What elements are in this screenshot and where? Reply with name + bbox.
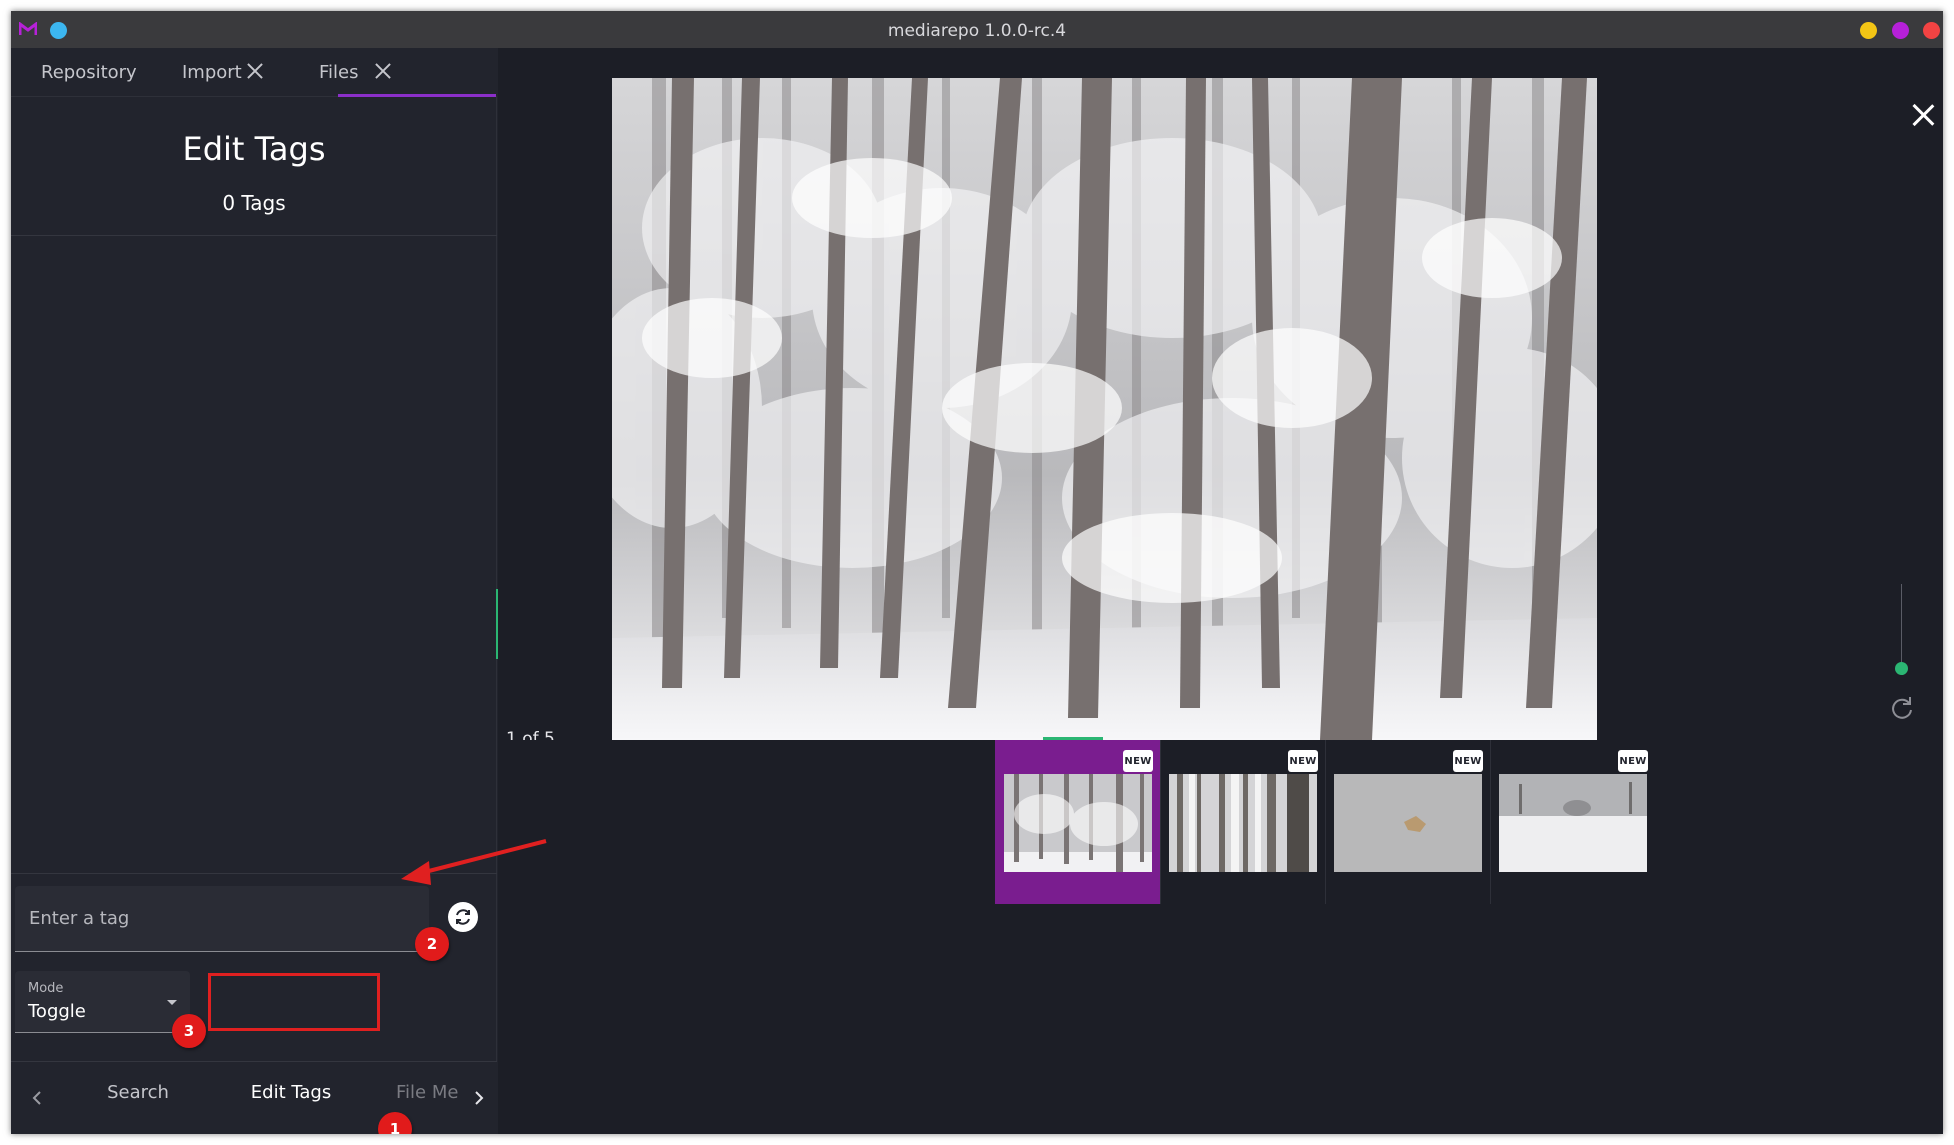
thumbnail-strip: NEW NEW NEW NEW: [498, 740, 1943, 1134]
new-badge: NEW: [1288, 750, 1318, 772]
close-window-button[interactable]: [1923, 22, 1940, 39]
sidebar-tab-file-metadata[interactable]: File Me: [396, 1062, 471, 1122]
divider: [11, 235, 497, 236]
tag-input-field[interactable]: [15, 886, 429, 952]
thumbnail[interactable]: NEW: [1490, 740, 1655, 904]
sidebar-tab-bar: Search Edit Tags File Me: [11, 1061, 497, 1134]
snowy-forest-image: [612, 78, 1597, 740]
new-badge: NEW: [1123, 750, 1153, 772]
annotation-highlight-box: [208, 973, 380, 1031]
mode-value: Toggle: [28, 1001, 86, 1022]
tab-label: Files: [319, 62, 359, 83]
sidebar-heading: Edit Tags: [182, 130, 326, 168]
sidebar-tab-search[interactable]: Search: [63, 1062, 213, 1122]
thumbnail[interactable]: NEW: [995, 740, 1160, 904]
chevron-right-icon[interactable]: [467, 1086, 491, 1110]
window-title: mediarepo 1.0.0-rc.4: [887, 21, 1067, 41]
thumbnail-image: [1004, 774, 1152, 872]
tab-repository[interactable]: Repository: [41, 48, 137, 97]
annotation-badge: 2: [415, 927, 449, 961]
close-tab-import-icon[interactable]: [243, 59, 267, 83]
thumbnail[interactable]: NEW: [1325, 740, 1490, 904]
tab-label: Import: [182, 62, 242, 83]
reset-zoom-icon[interactable]: [1888, 694, 1916, 722]
main-image[interactable]: [612, 78, 1597, 740]
thumbnail-image: [1499, 774, 1647, 872]
new-badge: NEW: [1453, 750, 1483, 772]
tag-count: 0 Tags: [222, 191, 286, 215]
maximize-button[interactable]: [1892, 22, 1909, 39]
chevron-down-icon: [167, 1000, 177, 1005]
annotation-badge: 3: [172, 1014, 206, 1048]
close-tab-files-icon[interactable]: [371, 59, 395, 83]
mode-label: Mode: [28, 981, 64, 996]
tab-label: Repository: [41, 62, 137, 83]
title-bar: mediarepo 1.0.0-rc.4: [11, 11, 1943, 48]
app-window: mediarepo 1.0.0-rc.4 Repository Import F…: [11, 11, 1943, 1134]
sidebar-tab-edit-tags[interactable]: Edit Tags: [211, 1062, 371, 1122]
thumbnail-image: [1169, 774, 1317, 872]
tag-input[interactable]: [29, 904, 409, 932]
tab-import[interactable]: Import: [182, 48, 242, 97]
minimize-button[interactable]: [1860, 22, 1877, 39]
tab-files[interactable]: Files: [319, 48, 359, 97]
thumbnail-image: [1334, 774, 1482, 872]
new-badge: NEW: [1618, 750, 1648, 772]
tab-bar: Repository Import Files: [11, 48, 497, 97]
mode-select[interactable]: Mode Toggle: [15, 971, 190, 1033]
thumbnail[interactable]: NEW: [1160, 740, 1325, 904]
image-viewer: 1 of 5 NEW NEW NEW NEW: [498, 48, 1943, 1134]
chevron-left-icon[interactable]: [25, 1086, 49, 1110]
zoom-slider-knob[interactable]: [1895, 662, 1908, 675]
close-viewer-icon[interactable]: [1909, 101, 1937, 129]
annotation-arrow-icon: [401, 839, 547, 885]
zoom-slider[interactable]: [1901, 584, 1902, 668]
